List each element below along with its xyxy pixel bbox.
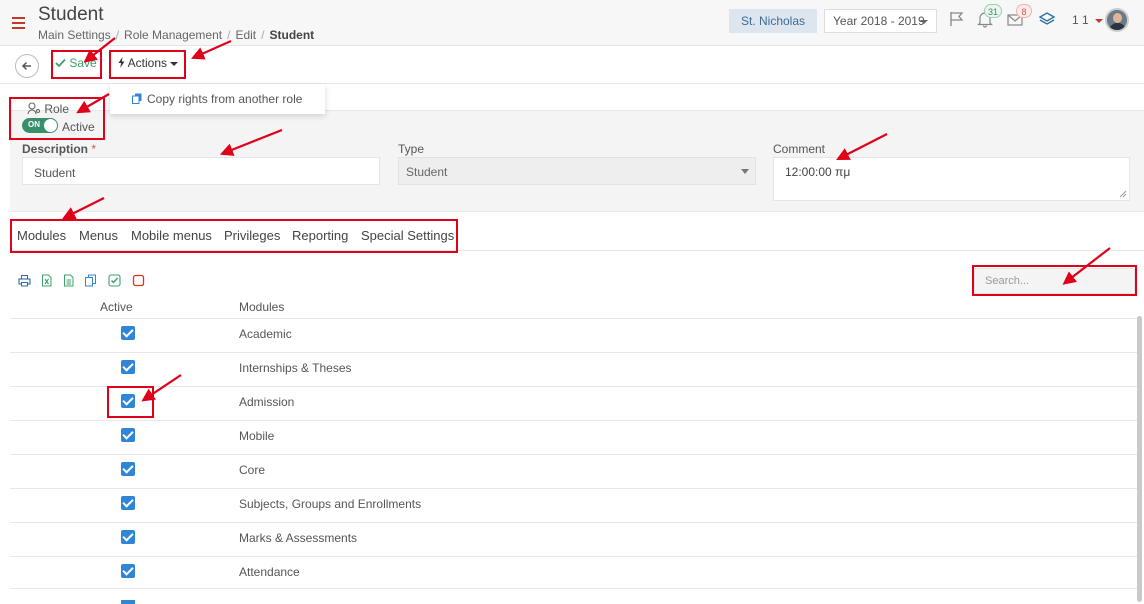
print-icon[interactable] [18, 274, 31, 287]
csv-icon[interactable] [62, 274, 75, 287]
table-row: Marks & Assessments [10, 522, 1140, 556]
highlight-box-checkbox [107, 386, 154, 418]
active-checkbox[interactable] [121, 600, 135, 604]
breadcrumb-main-settings[interactable]: Main Settings [38, 28, 111, 42]
breadcrumb-current: Student [269, 28, 315, 42]
table-scrollbar[interactable] [1137, 316, 1142, 602]
page-title: Student [38, 4, 104, 25]
excel-icon[interactable] [40, 274, 53, 287]
table-row: Subjects, Groups and Enrollments [10, 488, 1140, 522]
highlight-box-save [51, 50, 102, 79]
type-select[interactable]: Student [398, 157, 756, 185]
notifications-badge: 31 [983, 4, 1002, 18]
menu-item-label: Copy rights from another role [147, 92, 303, 106]
table-row: Attendance [10, 556, 1140, 590]
active-checkbox[interactable] [121, 496, 135, 510]
check-all-icon[interactable] [108, 274, 121, 287]
chevron-down-icon [741, 169, 749, 174]
user-label[interactable]: 1 1 [1072, 13, 1089, 27]
school-button[interactable]: St. Nicholas [729, 9, 817, 33]
year-value: Year 2018 - 2019 [833, 14, 925, 28]
menu-item-copy-rights[interactable]: Copy rights from another role [132, 92, 302, 106]
module-name: Subjects, Groups and Enrollments [239, 497, 422, 511]
actions-dropdown: Copy rights from another role [110, 84, 325, 114]
module-name: Internships & Theses [239, 361, 352, 375]
user-menu-caret-icon[interactable] [1095, 19, 1103, 23]
uncheck-all-icon[interactable] [132, 274, 145, 287]
breadcrumb-role-management[interactable]: Role Management [124, 28, 222, 42]
module-name: Marks & Assessments [239, 531, 358, 545]
required-mark: * [91, 142, 97, 156]
description-label: Description * [22, 142, 97, 156]
breadcrumb: Main Settings / Role Management / Edit / Stude… [38, 28, 315, 42]
comment-textarea[interactable]: 12:00:00 πμ [773, 157, 1130, 201]
table-row-partial [10, 588, 1140, 604]
year-select[interactable]: Year 2018 - 2019 [824, 9, 937, 33]
type-value: Student [406, 165, 448, 179]
table-row: Core [10, 454, 1140, 488]
back-button[interactable] [15, 54, 39, 78]
module-name: Admission [239, 395, 295, 409]
highlight-box-search [972, 265, 1137, 296]
app-header: Student Main Settings / Role Management / Ed… [0, 0, 1144, 46]
type-label: Type [398, 142, 425, 156]
module-name: Core [239, 463, 266, 477]
module-name: Attendance [239, 565, 300, 579]
arrow-left-icon [21, 61, 31, 71]
messages-badge: 8 [1016, 4, 1032, 18]
breadcrumb-edit[interactable]: Edit [235, 28, 256, 42]
resize-handle-icon[interactable] [1119, 190, 1127, 198]
highlight-box-actions [109, 50, 186, 79]
table-row: Internships & Theses [10, 352, 1140, 386]
comment-label: Comment [773, 142, 826, 156]
active-checkbox[interactable] [121, 564, 135, 578]
active-checkbox[interactable] [121, 530, 135, 544]
column-header-modules: Modules [239, 300, 285, 314]
active-checkbox[interactable] [121, 326, 135, 340]
active-checkbox[interactable] [121, 360, 135, 374]
flag-icon[interactable] [948, 10, 966, 28]
highlight-box-tabs [10, 219, 458, 253]
copy-icon[interactable] [84, 274, 97, 287]
layers-icon[interactable] [1038, 10, 1056, 28]
module-name: Mobile [239, 429, 275, 443]
table-row: Mobile [10, 420, 1140, 454]
chevron-down-icon [920, 20, 928, 24]
user-avatar[interactable] [1105, 8, 1129, 32]
description-field[interactable]: Student [22, 157, 380, 185]
active-checkbox[interactable] [121, 462, 135, 476]
highlight-box-role [9, 97, 105, 140]
module-name: Academic [239, 327, 292, 341]
active-checkbox[interactable] [121, 428, 135, 442]
envelope-icon[interactable]: 8 [1006, 4, 1032, 28]
menu-icon[interactable] [12, 17, 25, 29]
table-row: Academic [10, 318, 1140, 352]
copy-icon [132, 93, 142, 104]
table-row: Admission [10, 386, 1140, 420]
bell-icon[interactable]: 31 [976, 4, 1002, 28]
column-header-active: Active [100, 300, 133, 314]
